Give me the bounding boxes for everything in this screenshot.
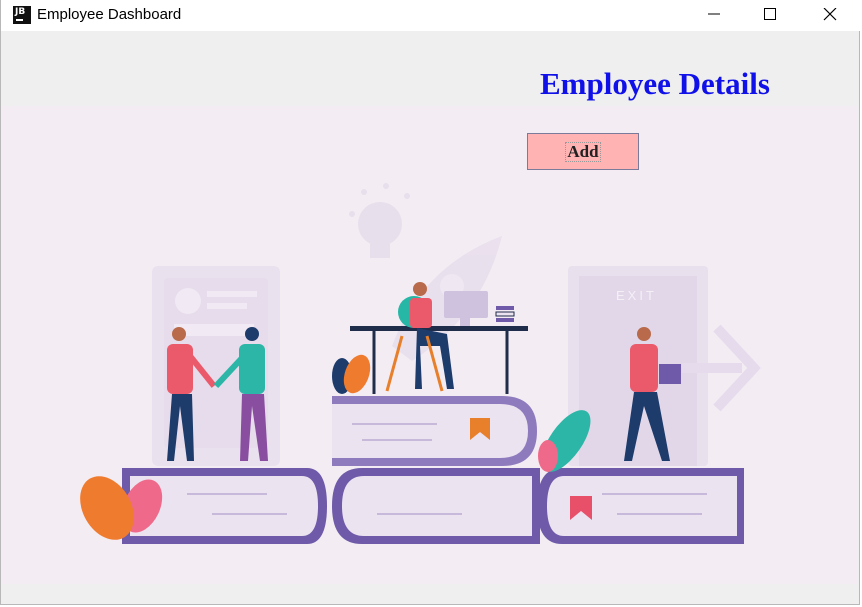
add-button[interactable]: Add [527, 133, 639, 170]
add-button-label: Add [565, 141, 601, 162]
exit-sign: EXIT [616, 288, 657, 303]
close-button[interactable] [807, 0, 853, 31]
book-stack-center [332, 396, 540, 544]
maximize-icon [764, 8, 776, 20]
lightbulb-graphic [349, 183, 410, 258]
app-logo-icon: JB [13, 6, 31, 24]
page-title: Employee Details [540, 66, 770, 101]
office-illustration: EXIT [2, 106, 858, 584]
close-icon [823, 8, 837, 21]
book-stack-right [537, 468, 744, 544]
minimize-button[interactable] [691, 0, 737, 31]
minimize-icon [708, 13, 720, 15]
plant-desk [332, 354, 371, 394]
maximize-button[interactable] [747, 0, 793, 31]
title-bar[interactable]: JB Employee Dashboard [1, 0, 861, 31]
window-title: Employee Dashboard [37, 6, 182, 23]
